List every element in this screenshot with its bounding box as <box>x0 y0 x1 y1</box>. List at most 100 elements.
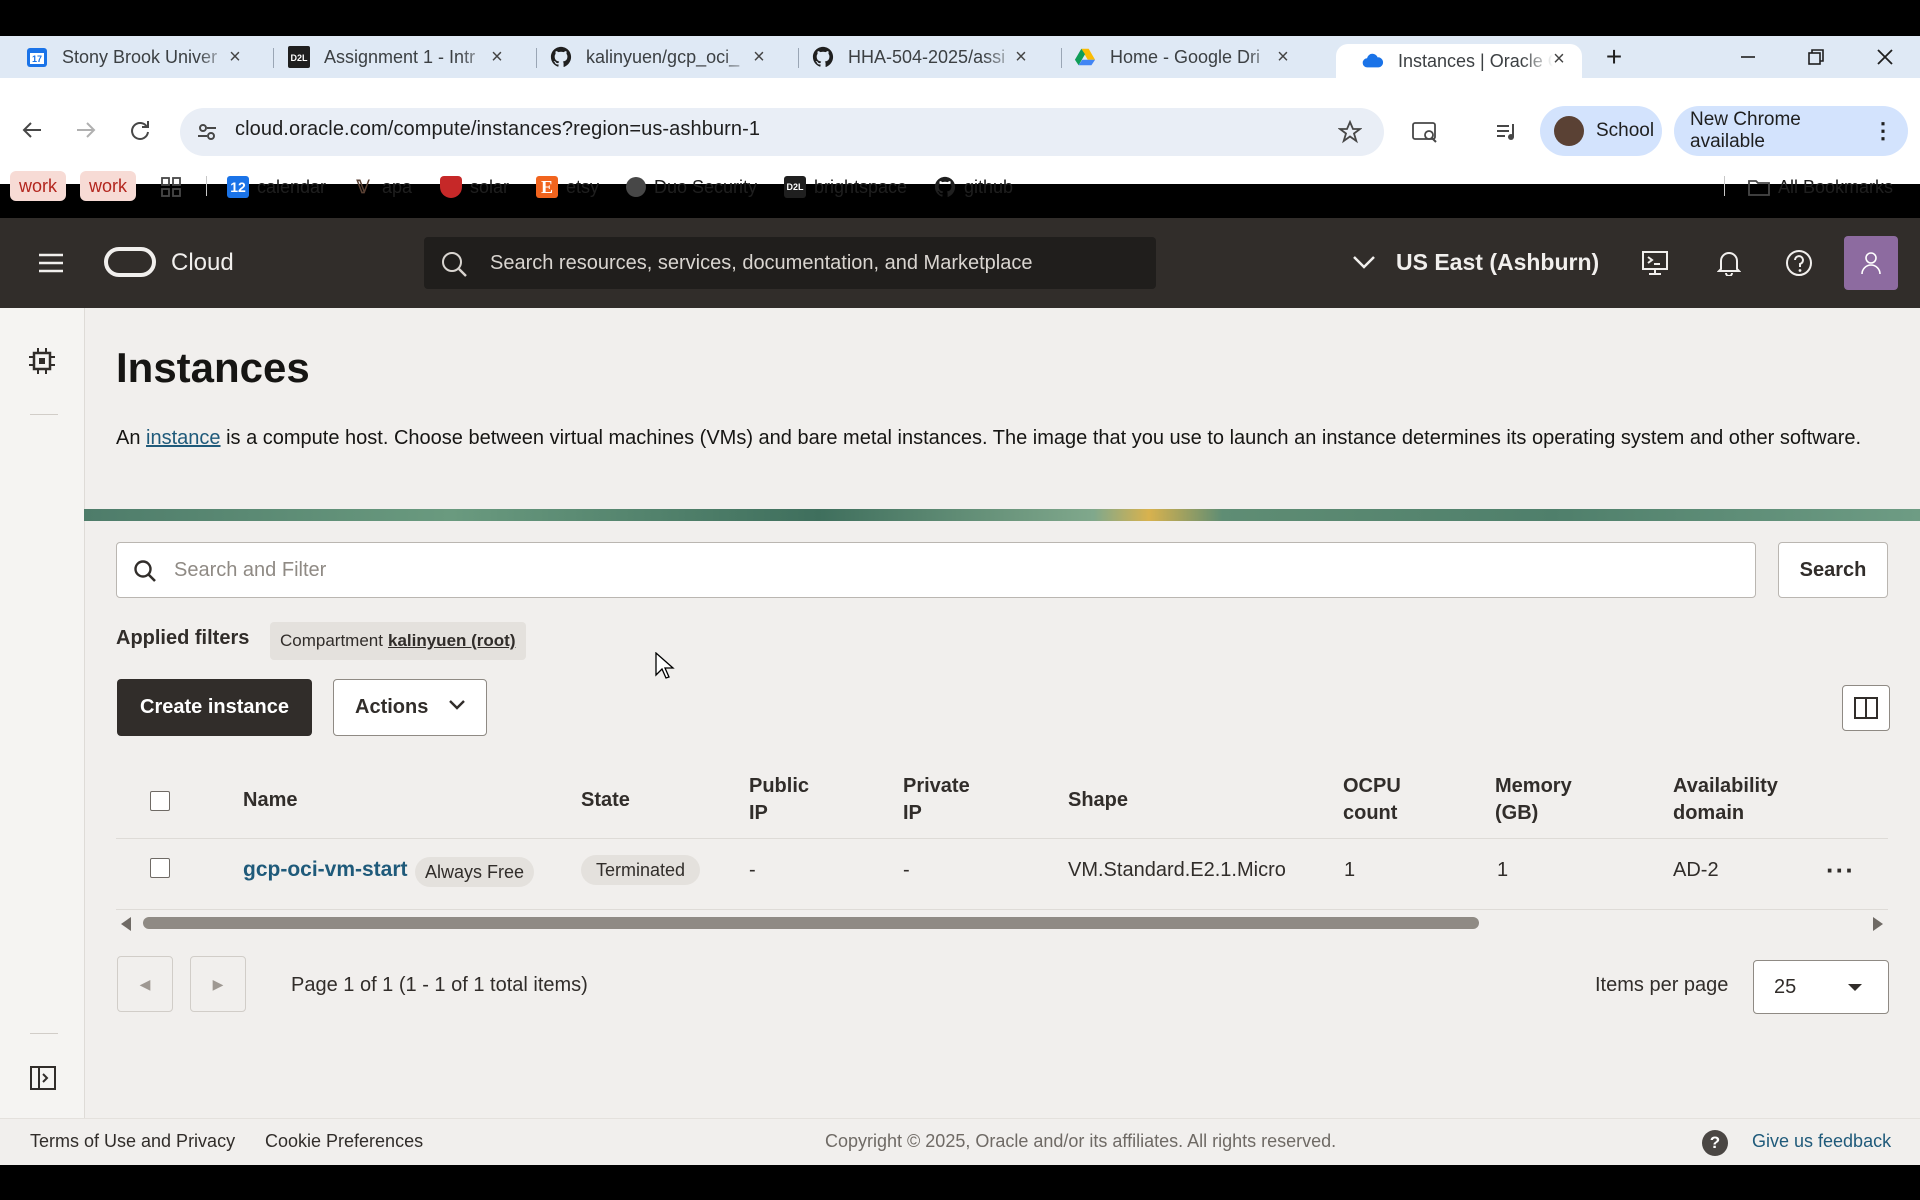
google-drive-icon <box>1074 46 1096 68</box>
bookmark-calendar[interactable]: 12 calendar <box>227 171 326 203</box>
row-checkbox[interactable] <box>150 858 170 878</box>
bookmark-github[interactable]: github <box>934 171 1013 203</box>
tab-github-repo[interactable]: kalinyuen/gcp_oci_ × <box>524 36 786 78</box>
chrome-update-button[interactable]: New Chrome available ⋮ <box>1674 106 1908 156</box>
create-instance-button[interactable]: Create instance <box>117 679 312 736</box>
bookmark-duo[interactable]: Duo Security <box>626 171 757 203</box>
chevron-down-icon[interactable] <box>1352 254 1376 270</box>
close-icon[interactable]: × <box>1274 47 1292 67</box>
svg-text:D2L: D2L <box>290 53 308 63</box>
bookmark-star-icon[interactable] <box>1333 115 1367 149</box>
left-rail <box>0 308 85 1118</box>
search-button[interactable]: Search <box>1778 542 1888 598</box>
column-header-public-ip[interactable]: Public IP <box>749 773 809 827</box>
site-info-icon[interactable] <box>190 115 224 149</box>
new-tab-button[interactable]: + <box>1586 36 1642 78</box>
bookmark-work-1[interactable]: work <box>10 171 67 201</box>
tab-assignment[interactable]: D2L Assignment 1 - Intr × <box>262 36 524 78</box>
chip-value[interactable]: kalinyuen (root) <box>388 631 516 651</box>
user-avatar[interactable] <box>1844 236 1898 290</box>
update-label: New Chrome available <box>1690 109 1801 152</box>
forward-button[interactable] <box>68 112 104 148</box>
url-text[interactable]: cloud.oracle.com/compute/instances?regio… <box>235 118 760 141</box>
select-all-checkbox[interactable] <box>150 791 170 811</box>
column-header-availability-domain[interactable]: Availability domain <box>1673 773 1778 827</box>
oci-logo-text[interactable]: Cloud <box>171 249 234 277</box>
cookie-preferences-link[interactable]: Cookie Preferences <box>265 1131 423 1152</box>
column-header-ocpu[interactable]: OCPU count <box>1343 773 1401 827</box>
bookmark-apa[interactable]: 𝕍apa <box>352 171 412 203</box>
reload-button[interactable] <box>122 112 158 148</box>
expand-panel-icon[interactable] <box>29 1065 57 1091</box>
back-button[interactable] <box>14 112 50 148</box>
search-tabs-icon[interactable] <box>1408 115 1442 149</box>
apps-grid-icon[interactable] <box>154 170 188 204</box>
instance-link[interactable]: instance <box>146 427 221 449</box>
tab-oracle-instances[interactable]: Instances | Oracle C × <box>1336 44 1582 78</box>
bookmark-work-2[interactable]: work <box>80 171 137 201</box>
minimize-button[interactable] <box>1720 36 1776 78</box>
search-filter-input[interactable] <box>116 542 1756 598</box>
bookmark-solar[interactable]: solar <box>440 171 509 203</box>
header-line: IP <box>749 802 768 824</box>
all-bookmarks-button[interactable]: All Bookmarks <box>1748 171 1893 203</box>
actions-button[interactable]: Actions <box>333 679 487 736</box>
media-controls-icon[interactable] <box>1490 115 1524 149</box>
restore-icon <box>1808 49 1824 65</box>
d2l-icon: D2L <box>784 176 806 198</box>
globe-icon <box>626 177 646 197</box>
search-icon <box>440 250 468 278</box>
instance-name-link[interactable]: gcp-oci-vm-start <box>243 858 408 882</box>
column-header-private-ip[interactable]: Private IP <box>903 773 970 827</box>
feedback-link[interactable]: Give us feedback <box>1752 1131 1891 1152</box>
scrollbar-thumb[interactable] <box>143 917 1479 929</box>
scroll-right-icon[interactable] <box>1873 917 1883 931</box>
compute-chip-icon[interactable] <box>28 347 56 375</box>
intro-prefix: An <box>116 427 147 449</box>
close-icon[interactable]: × <box>226 47 244 67</box>
cloud-shell-icon[interactable] <box>1638 246 1672 280</box>
oracle-logo-icon[interactable] <box>104 246 156 278</box>
always-free-badge: Always Free <box>415 857 535 887</box>
terms-link[interactable]: Terms of Use and Privacy <box>30 1131 235 1152</box>
decorative-banner <box>84 509 1920 521</box>
restore-button[interactable] <box>1788 36 1844 78</box>
items-per-page-select[interactable]: 25 <box>1753 960 1889 1014</box>
d2l-icon: D2L <box>288 46 310 68</box>
minimize-icon <box>1741 56 1755 58</box>
page-description: An instance is a compute host. Choose be… <box>116 425 1896 452</box>
bookmark-separator <box>206 176 207 196</box>
tab-stony-brook[interactable]: 17 Stony Brook Univer × <box>0 36 262 78</box>
profile-button[interactable]: School <box>1540 106 1662 156</box>
row-actions-menu-icon[interactable]: ··· <box>1826 855 1855 886</box>
next-page-button[interactable]: ▶ <box>190 956 246 1012</box>
tab-github-hha[interactable]: HHA-504-2025/assi × <box>786 36 1048 78</box>
column-header-shape[interactable]: Shape <box>1068 787 1128 814</box>
close-icon[interactable]: × <box>750 47 768 67</box>
hamburger-menu-icon[interactable] <box>34 246 68 280</box>
bookmark-etsy[interactable]: Eetsy <box>536 171 599 203</box>
close-window-button[interactable] <box>1857 36 1913 78</box>
bookmark-label: Duo Security <box>654 176 758 197</box>
column-header-state[interactable]: State <box>581 787 630 814</box>
pagination-info: Page 1 of 1 (1 - 1 of 1 total items) <box>291 974 588 996</box>
bookmark-label: All Bookmarks <box>1778 176 1894 197</box>
help-icon[interactable] <box>1782 246 1816 280</box>
close-icon[interactable]: × <box>488 47 506 67</box>
tab-google-drive[interactable]: Home - Google Dri × <box>1048 36 1310 78</box>
bookmark-label: brightspace <box>814 176 908 197</box>
column-header-name[interactable]: Name <box>243 787 297 814</box>
close-icon[interactable]: × <box>1012 47 1030 67</box>
close-icon[interactable]: × <box>1550 49 1568 69</box>
bookmark-brightspace[interactable]: D2L brightspace <box>784 171 907 203</box>
bell-icon[interactable] <box>1712 246 1746 280</box>
column-settings-button[interactable] <box>1842 685 1890 731</box>
column-header-memory[interactable]: Memory (GB) <box>1495 773 1572 827</box>
region-selector[interactable]: US East (Ashburn) <box>1396 249 1599 276</box>
previous-page-button[interactable]: ◀ <box>117 956 173 1012</box>
header-line: Private <box>903 775 970 797</box>
compartment-filter-chip[interactable]: Compartment kalinyuen (root) <box>270 622 526 660</box>
help-icon[interactable]: ? <box>1702 1130 1728 1156</box>
scroll-left-icon[interactable] <box>121 917 131 931</box>
oci-search-placeholder: Search resources, services, documentatio… <box>490 252 1033 274</box>
